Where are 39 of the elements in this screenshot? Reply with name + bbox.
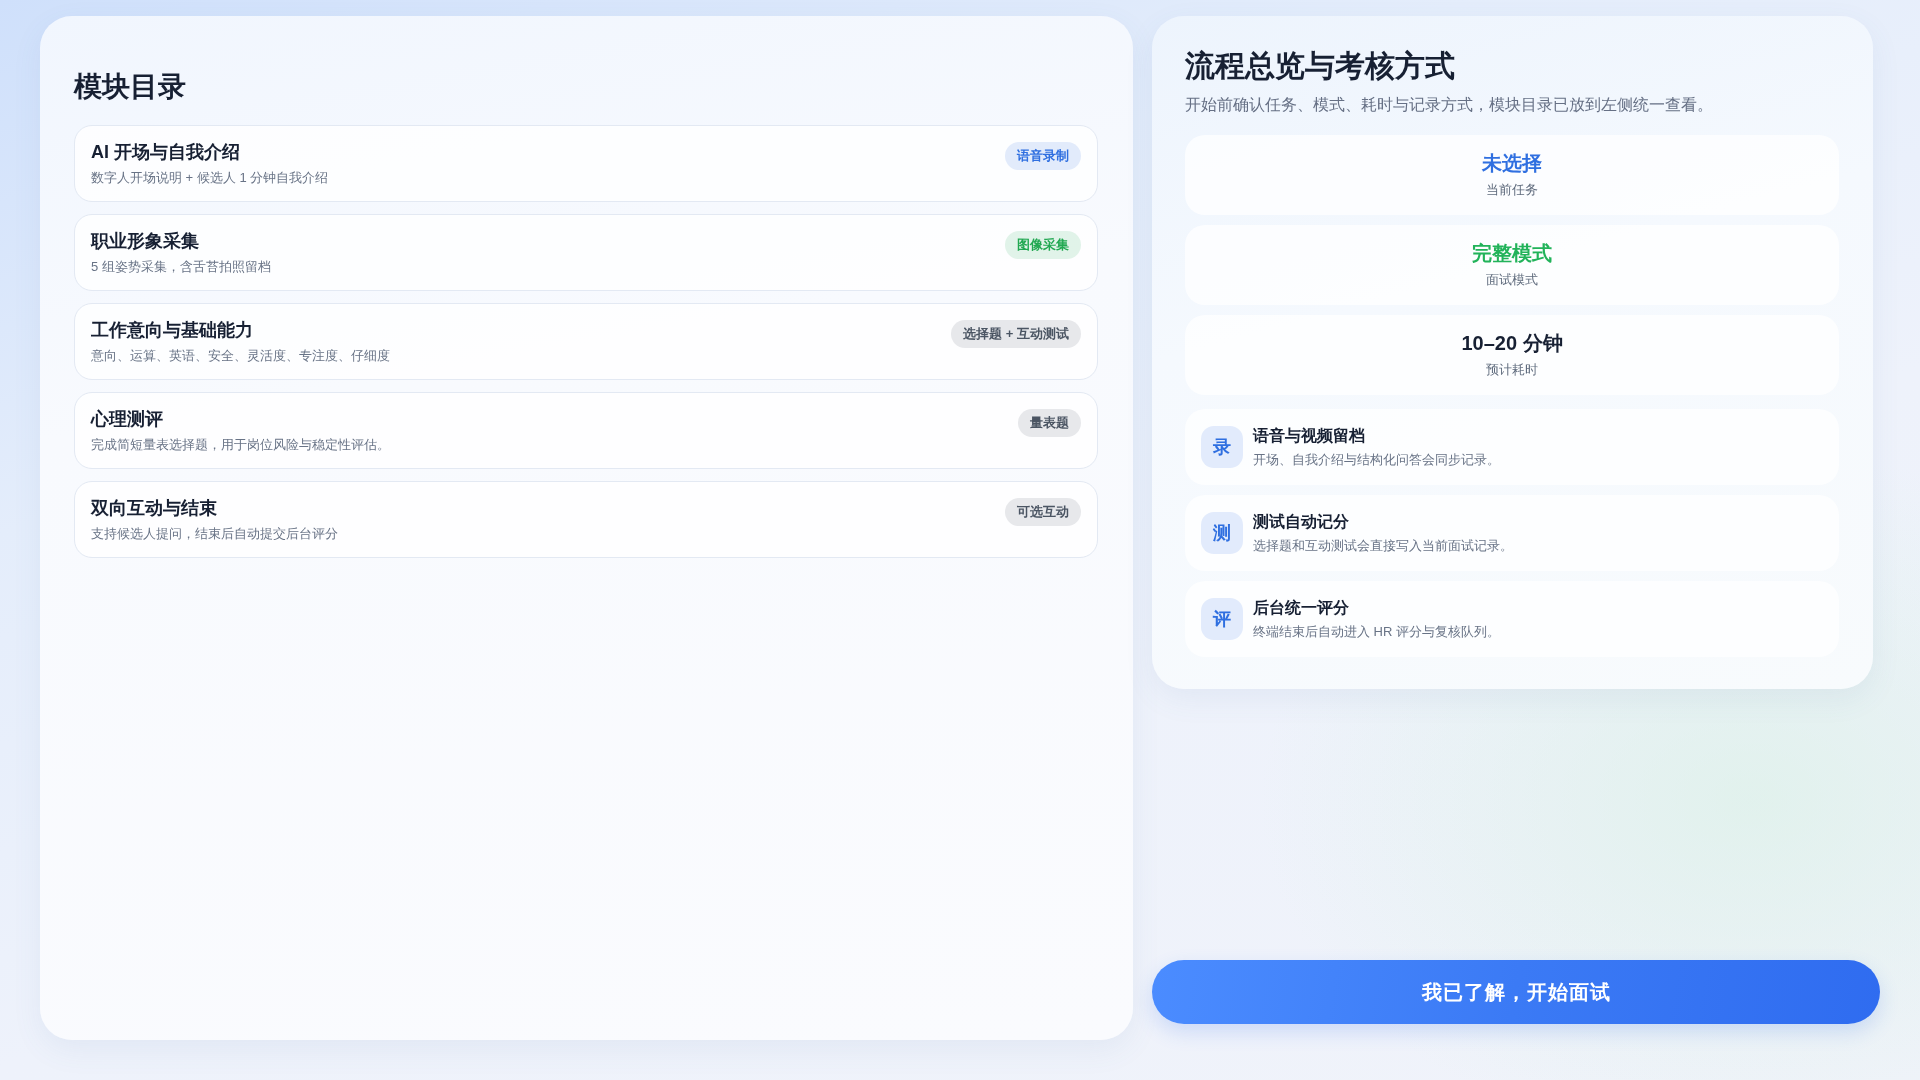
feature-title: 后台统一评分 (1253, 598, 1350, 618)
feature-glyph: 测 (1201, 512, 1243, 554)
module-description: 支持候选人提问，结束后自动提交后台评分 (91, 525, 338, 543)
stat-value: 完整模式 (1472, 241, 1552, 266)
module-tag: 量表题 (1018, 409, 1081, 437)
module-description: 完成简短量表选择题，用于岗位风险与稳定性评估。 (91, 436, 390, 454)
overview-title: 流程总览与考核方式 (1185, 48, 1456, 84)
module-card[interactable]: 职业形象采集 5 组姿势采集，含舌苔拍照留档 图像采集 (74, 214, 1098, 291)
stat-value: 10–20 分钟 (1461, 331, 1563, 356)
module-tag: 图像采集 (1005, 231, 1081, 259)
module-card[interactable]: 工作意向与基础能力 意向、运算、英语、安全、灵活度、专注度、仔细度 选择题 + 互动测试 (74, 303, 1098, 380)
feature-title: 语音与视频留档 (1253, 426, 1366, 446)
module-tag: 语音录制 (1005, 142, 1081, 170)
module-tag: 可选互动 (1005, 498, 1081, 526)
module-card[interactable]: 双向互动与结束 支持候选人提问，结束后自动提交后台评分 可选互动 (74, 481, 1098, 558)
module-card[interactable]: 心理测评 完成简短量表选择题，用于岗位风险与稳定性评估。 量表题 (74, 392, 1098, 469)
stat-value: 未选择 (1482, 151, 1542, 176)
stat-label: 预计耗时 (1486, 361, 1538, 379)
overview-subtitle: 开始前确认任务、模式、耗时与记录方式，模块目录已放到左侧统一查看。 (1185, 95, 1714, 115)
stat-label: 当前任务 (1486, 181, 1538, 199)
panel-title: 模块目录 (74, 70, 187, 104)
module-description: 数字人开场说明 + 候选人 1 分钟自我介绍 (91, 169, 329, 187)
module-title: 双向互动与结束 (91, 497, 218, 520)
feature-description: 终端结束后自动进入 HR 评分与复核队列。 (1253, 623, 1500, 641)
module-description: 5 组姿势采集，含舌苔拍照留档 (91, 258, 271, 276)
stat-label: 面试模式 (1486, 271, 1538, 289)
feature-description: 选择题和互动测试会直接写入当前面试记录。 (1253, 537, 1513, 555)
start-interview-button[interactable]: 我已了解，开始面试 (1152, 960, 1880, 1024)
feature-glyph: 录 (1201, 426, 1243, 468)
feature-title: 测试自动记分 (1253, 512, 1350, 532)
module-title: 工作意向与基础能力 (91, 319, 254, 342)
feature-glyph: 评 (1201, 598, 1243, 640)
module-tag: 选择题 + 互动测试 (951, 320, 1081, 348)
module-description: 意向、运算、英语、安全、灵活度、专注度、仔细度 (91, 347, 390, 365)
module-title: 心理测评 (91, 408, 164, 431)
module-title: AI 开场与自我介绍 (91, 141, 241, 164)
feature-description: 开场、自我介绍与结构化问答会同步记录。 (1253, 451, 1500, 469)
module-title: 职业形象采集 (91, 230, 200, 253)
module-card[interactable]: AI 开场与自我介绍 数字人开场说明 + 候选人 1 分钟自我介绍 语音录制 (74, 125, 1098, 202)
